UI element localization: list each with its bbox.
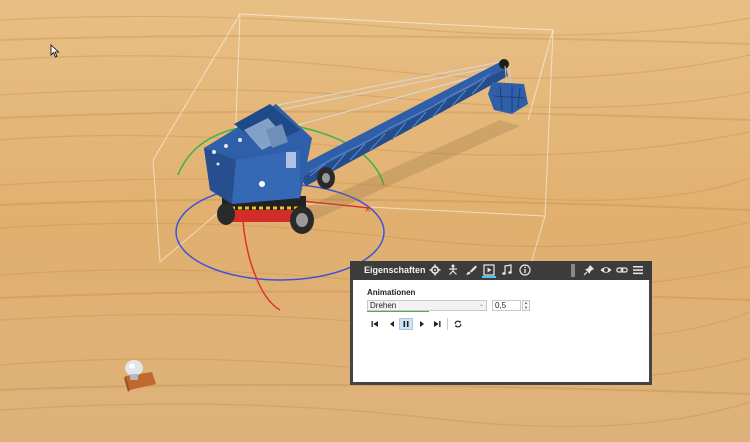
speed-input-value: 0,5 bbox=[495, 301, 507, 310]
animation-select-value: Drehen bbox=[370, 301, 397, 310]
skip-to-end-icon bbox=[434, 321, 441, 327]
step-back-button[interactable] bbox=[385, 318, 399, 330]
stepper-down-icon[interactable]: ▼ bbox=[523, 306, 529, 310]
brush-icon[interactable] bbox=[464, 263, 478, 277]
panel-title: Eigenschaften bbox=[364, 265, 426, 275]
svg-text:×: × bbox=[364, 205, 372, 215]
pin-icon[interactable] bbox=[582, 263, 596, 277]
speed-input[interactable]: 0,5 bbox=[492, 300, 521, 311]
section-title: Animationen bbox=[367, 288, 416, 297]
skeleton-icon[interactable] bbox=[446, 263, 460, 277]
panel-body: Animationen Drehen ⌄ 0,5 ▲ ▼ bbox=[353, 280, 649, 382]
pause-icon bbox=[403, 321, 409, 327]
info-icon[interactable] bbox=[518, 263, 532, 277]
step-forward-icon bbox=[420, 321, 424, 327]
eye-icon[interactable] bbox=[599, 263, 613, 277]
pause-button[interactable] bbox=[399, 318, 413, 330]
mouse-cursor-icon bbox=[50, 44, 60, 58]
gear-icon[interactable] bbox=[428, 263, 442, 277]
speed-stepper[interactable]: ▲ ▼ bbox=[522, 300, 530, 311]
step-forward-button[interactable] bbox=[415, 318, 429, 330]
transport-divider bbox=[447, 318, 448, 330]
properties-panel: Eigenschaften Animationen Drehen ⌄ 0,5 ▲… bbox=[350, 261, 652, 385]
animation-icon[interactable] bbox=[482, 263, 496, 278]
step-back-icon bbox=[390, 321, 394, 327]
chevron-down-icon: ⌄ bbox=[478, 302, 484, 308]
header-scroll-handle[interactable] bbox=[571, 264, 575, 277]
menu-icon[interactable] bbox=[631, 263, 645, 277]
loop-button[interactable] bbox=[451, 318, 465, 330]
link-icon[interactable] bbox=[615, 263, 629, 277]
animation-select-highlight bbox=[367, 311, 429, 312]
skip-to-start-button[interactable] bbox=[368, 318, 382, 330]
skip-to-end-button[interactable] bbox=[430, 318, 444, 330]
skip-to-start-icon bbox=[371, 321, 378, 327]
music-icon[interactable] bbox=[500, 263, 514, 277]
loop-icon bbox=[454, 320, 462, 328]
panel-header: Eigenschaften bbox=[350, 261, 652, 280]
animation-select[interactable]: Drehen ⌄ bbox=[367, 300, 487, 311]
